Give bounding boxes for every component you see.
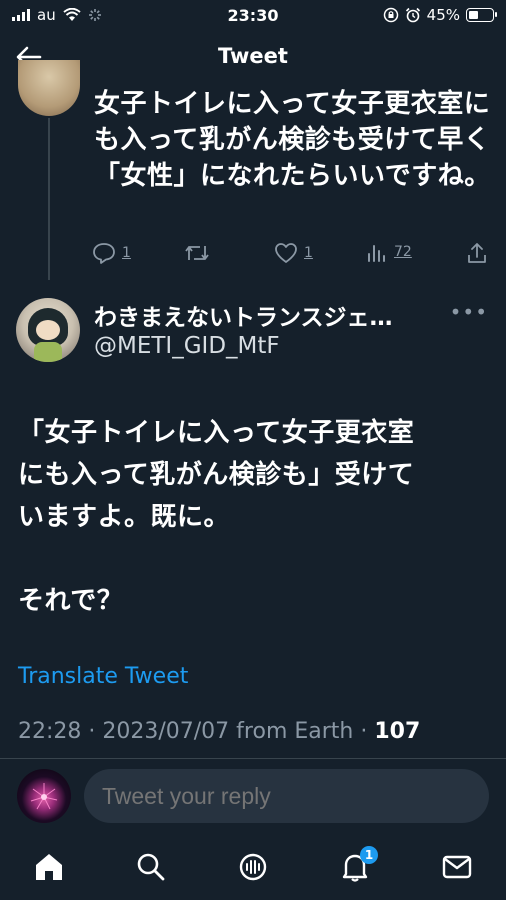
views-count: 72 <box>394 244 412 260</box>
reply-button[interactable]: 1 <box>92 242 131 264</box>
share-icon <box>468 243 486 263</box>
search-icon[interactable] <box>134 850 168 884</box>
author-display-name[interactable]: わきまえないトランスジェ… <box>94 298 444 332</box>
reply-bar <box>0 758 506 834</box>
reply-input[interactable] <box>84 769 489 823</box>
view-count[interactable]: 107 <box>374 719 420 744</box>
parent-tweet-actions: 1 1 72 <box>92 240 492 270</box>
more-options-icon[interactable]: ••• <box>450 300 488 324</box>
author-handle[interactable]: @METI_GID_MtF <box>94 333 280 359</box>
views-chart-icon <box>368 245 385 262</box>
tweet-text: 「女子トイレに入って女子更衣室 にも入って乳がん検診も」受けて いますよ。既に。… <box>18 418 415 616</box>
rotation-lock-icon <box>383 7 398 23</box>
user-avatar[interactable] <box>17 769 71 823</box>
battery-percent: 45% <box>426 6 460 24</box>
messages-icon[interactable] <box>440 850 474 884</box>
status-bar: au 23:30 45% <box>0 0 506 30</box>
like-button[interactable]: 1 <box>274 242 313 264</box>
home-icon[interactable] <box>32 850 66 884</box>
tweet-meta: 22:28 · 2023/07/07 from Earth · 107 <box>18 719 420 744</box>
views-button[interactable]: 72 <box>366 242 412 262</box>
share-button[interactable] <box>466 242 488 264</box>
notifications-tab[interactable]: 1 <box>338 846 378 884</box>
thread-connector <box>48 118 50 280</box>
alarm-icon <box>405 7 420 23</box>
retweet-icon <box>185 246 209 260</box>
tweet-timestamp: 22:28 · 2023/07/07 from Earth · <box>18 719 375 744</box>
translate-tweet-link[interactable]: Translate Tweet <box>18 664 188 689</box>
battery-icon <box>466 8 497 22</box>
heart-icon <box>275 243 297 263</box>
reply-icon <box>93 243 115 264</box>
author-avatar[interactable] <box>16 298 80 362</box>
like-count: 1 <box>304 245 313 261</box>
tab-bar: 1 <box>0 834 506 900</box>
notifications-badge: 1 <box>360 846 378 864</box>
parent-tweet-text: 女子トイレに入って女子更衣室にも入って乳がん検診も受けて早く「女性」になれたらい… <box>94 89 491 191</box>
spaces-icon[interactable] <box>236 850 270 884</box>
reply-count: 1 <box>122 245 131 261</box>
retweet-button[interactable] <box>184 242 210 264</box>
parent-avatar[interactable] <box>18 60 80 116</box>
